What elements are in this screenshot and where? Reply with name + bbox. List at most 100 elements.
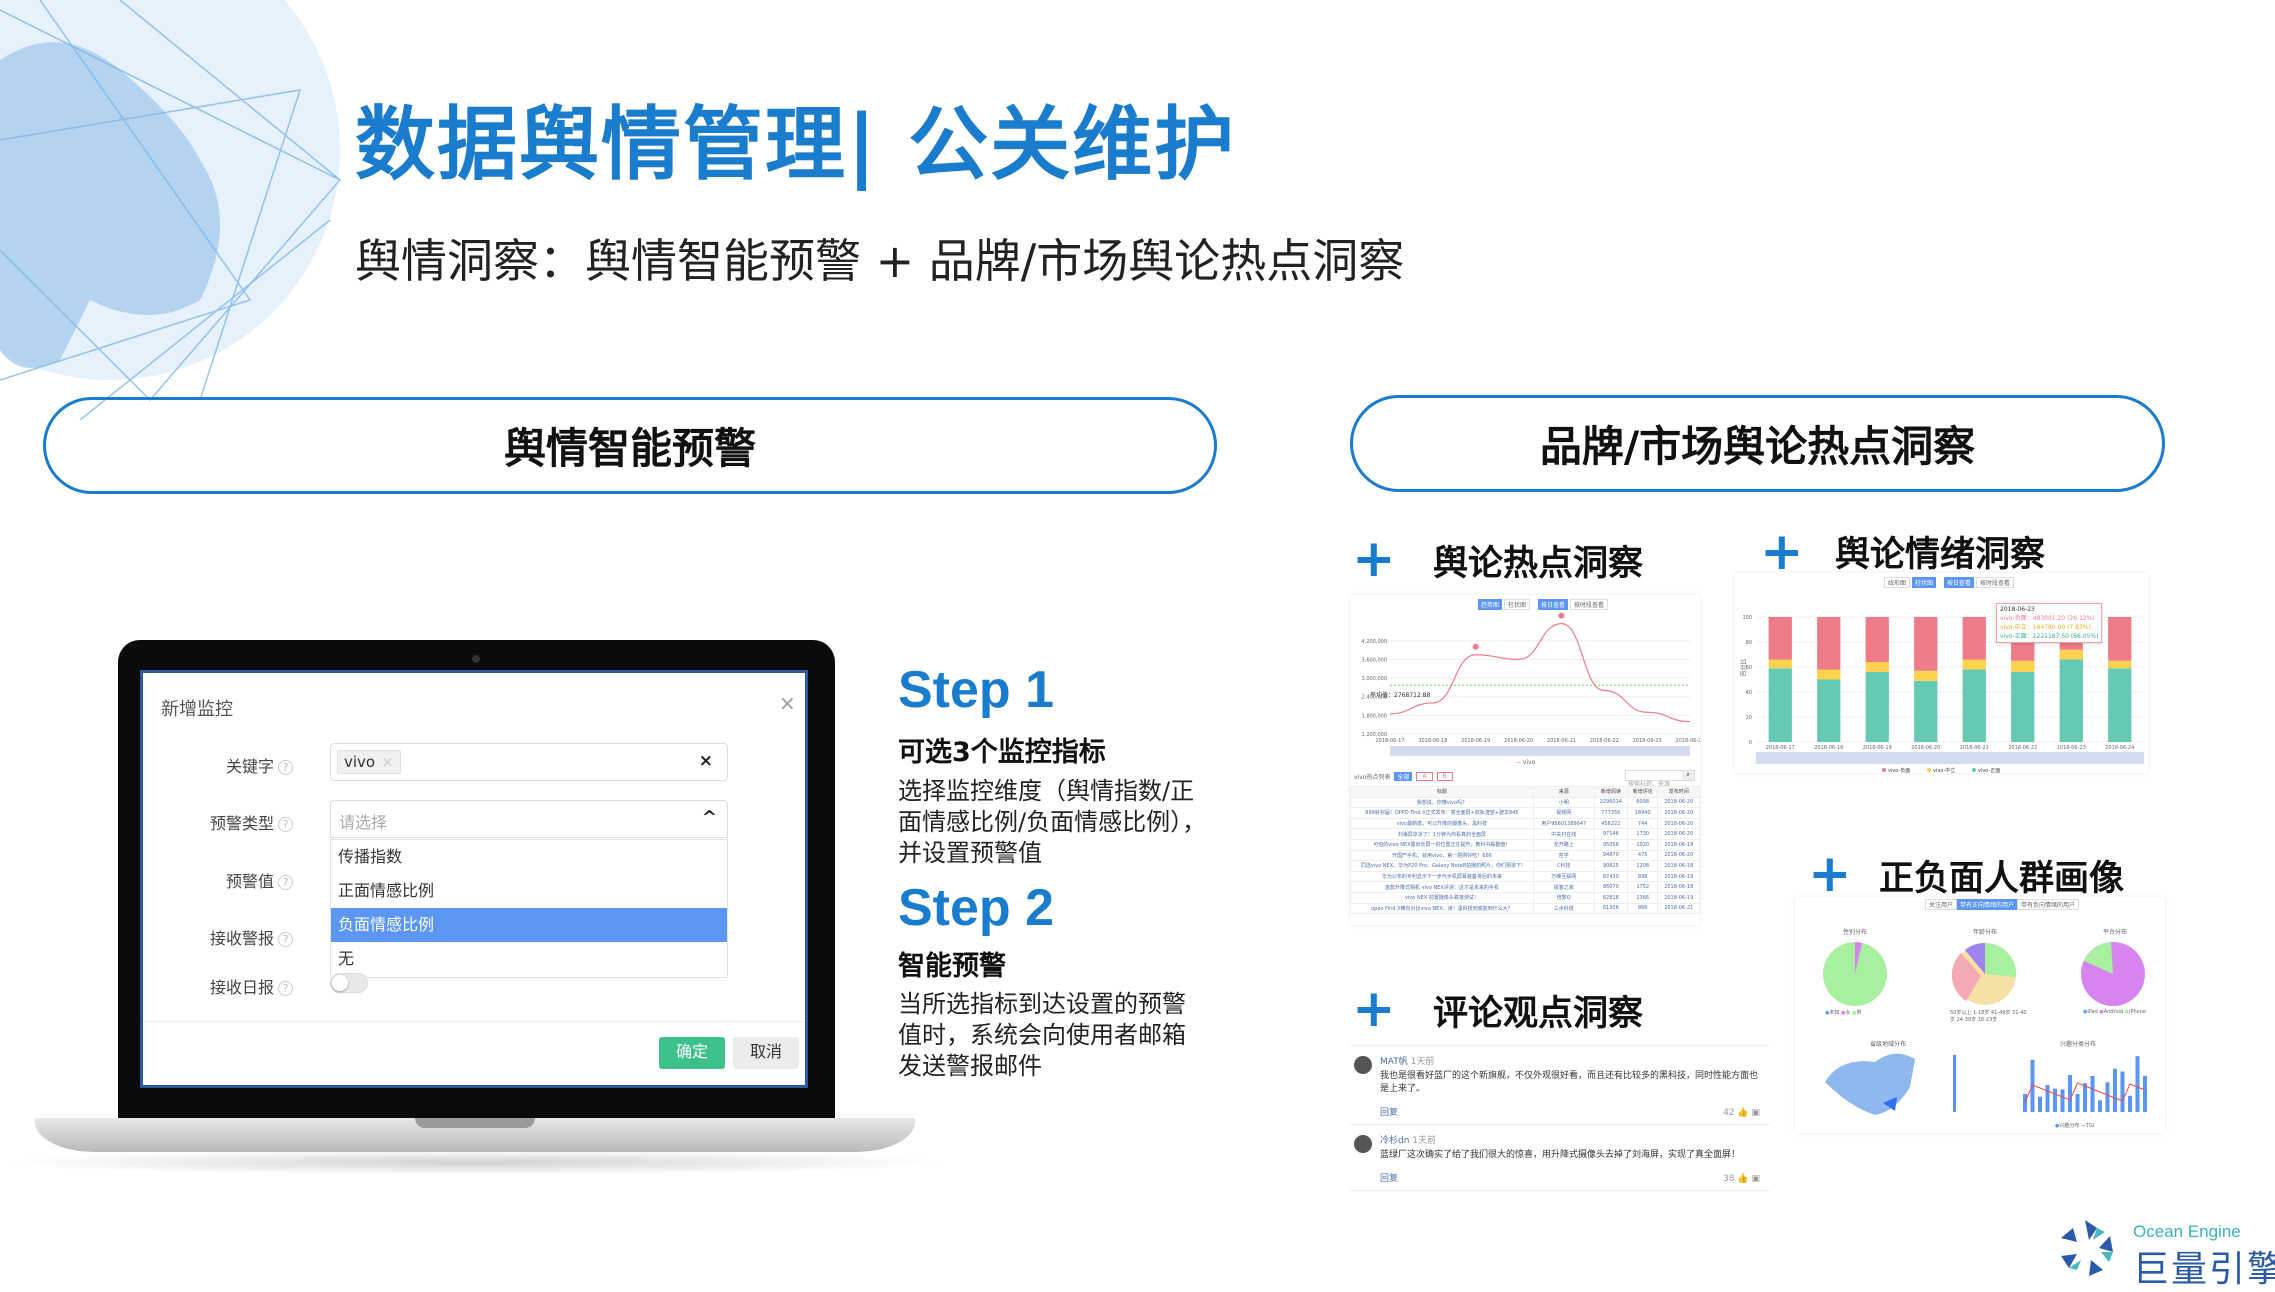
- filter-all[interactable]: 全部: [1394, 772, 1413, 781]
- option-positive-ratio[interactable]: 正面情感比例: [331, 874, 727, 908]
- x-tick-label: 2018-06-22: [2008, 745, 2037, 751]
- table-cell: 82818: [1593, 891, 1628, 904]
- bar-vivo-负面: [1817, 617, 1841, 670]
- interest-bar: [2098, 1100, 2102, 1112]
- bar-vivo-正面: [2011, 672, 2035, 742]
- filter-b[interactable]: B: [1436, 772, 1453, 781]
- emotion-insight-title: 舆论情绪洞察: [1835, 535, 2046, 575]
- interest-bar: [2053, 1088, 2057, 1112]
- event-marker: [1472, 643, 1479, 650]
- age-legend: 50岁以上 1-18岁 41-49岁 31-40岁 24-30岁 18-23岁: [1950, 1010, 2027, 1023]
- table-cell: 小明: [1532, 796, 1595, 809]
- step1-label: Step 1: [898, 661, 1055, 719]
- chevron-up-icon[interactable]: ^: [702, 807, 717, 828]
- comments-panel: MAT帆 1天前 我也是很看好蓝厂的这个新旗舰，不仅外观很好看，而且还有比较多的黑…: [1350, 1045, 1770, 1191]
- table-cell: 2018-06-20: [1657, 817, 1700, 830]
- tag-remove-icon[interactable]: ×: [381, 753, 394, 771]
- filter-a[interactable]: A: [1416, 772, 1433, 781]
- comment-user[interactable]: 冷杉dn: [1380, 1136, 1409, 1146]
- table-cell: 倍数Q: [1532, 891, 1595, 904]
- table-row: 999就完届！OPPO Find X正式发布：真全面屏+双轨潜望+骁龙845 视频…: [1350, 807, 1700, 819]
- interest-bar: [2060, 1089, 2065, 1112]
- x-tick-label: 2018-06-21: [1547, 738, 1576, 744]
- search-icon[interactable]: ⌕: [1682, 771, 1694, 780]
- section-pill-alert: 舆情智能预警: [43, 397, 1217, 494]
- option-spread-index[interactable]: 传播指数: [331, 840, 727, 874]
- plus-icon: +: [1808, 844, 1852, 904]
- article-title-link[interactable]: 刘海屏凉凉了！1分钟为你看真的全面屏: [1350, 828, 1534, 840]
- option-none[interactable]: 无: [331, 942, 727, 976]
- x-tick-label: 2018-06-24: [1675, 738, 1700, 744]
- hot-insight-title: 舆论热点洞察: [1433, 544, 1644, 584]
- table-row: 华为公布的专利显示下一步代手机屏幕装备将后的未来 万维互联网 87430 898 201…: [1350, 870, 1700, 883]
- dialog-title: 新增监控: [161, 699, 233, 720]
- article-title-link[interactable]: oppo Find X横向对比vivo NEX，诶！黑科技到底能到什么大？: [1350, 902, 1534, 915]
- article-title-link[interactable]: 999就完届！OPPO Find X正式发布：真全面屏+双轨潜望+骁龙845: [1350, 807, 1534, 819]
- close-icon[interactable]: ×: [779, 691, 796, 715]
- table-cell: 475: [1626, 849, 1659, 862]
- column-header[interactable]: 标题: [1350, 786, 1534, 798]
- option-negative-ratio[interactable]: 负面情感比例: [331, 908, 727, 942]
- help-icon[interactable]: ?: [278, 760, 293, 775]
- article-title-link[interactable]: 华为公布的专利显示下一步代手机屏幕装备将后的未来: [1350, 870, 1534, 883]
- thumbs-up-icon[interactable]: 👍: [1737, 1174, 1748, 1184]
- help-icon[interactable]: ?: [278, 932, 293, 947]
- article-title-link[interactable]: vivo NEX 前置摄像头跌落测试！: [1350, 891, 1534, 904]
- report-icon[interactable]: ▣: [1751, 1174, 1760, 1184]
- bar-vivo-中立: [1914, 670, 1938, 681]
- keyword-input[interactable]: vivo × ×: [330, 743, 728, 781]
- globe-decoration: [0, 0, 342, 420]
- alert-type-dropdown: 传播指数 正面情感比例 负面情感比例 无: [330, 839, 728, 978]
- daily-report-toggle[interactable]: [330, 973, 368, 993]
- legend-marker: [1882, 768, 1886, 772]
- article-title-link[interactable]: 首款升降式相机 vivo NEX评测：这才是未来的手机: [1350, 881, 1534, 893]
- table-cell: 90825: [1593, 860, 1628, 872]
- bar-vivo-正面: [1962, 669, 1986, 742]
- step1-heading: 可选3个监控指标: [898, 737, 1106, 768]
- reply-link[interactable]: 回复: [1380, 1171, 1398, 1184]
- help-icon[interactable]: ?: [278, 875, 293, 890]
- legend-label: vivo-中立: [1933, 767, 1955, 773]
- column-header[interactable]: 发布时间: [1657, 786, 1700, 798]
- y-tick-label: 0: [1749, 740, 1752, 746]
- clear-icon[interactable]: ×: [699, 751, 713, 771]
- table-cell: 87430: [1593, 870, 1628, 883]
- select-placeholder: 请选择: [339, 813, 388, 832]
- help-icon[interactable]: ?: [278, 981, 293, 996]
- table-cell: 花开路上: [1532, 838, 1595, 851]
- article-title-link[interactable]: 同选vivo NEX、华为P20 Pro、Galaxy Note8拍摄的照片，你…: [1350, 860, 1534, 872]
- camera-icon: [472, 655, 480, 663]
- alert-type-select[interactable]: 请选择 ^: [330, 800, 728, 838]
- comment-user[interactable]: MAT帆: [1380, 1057, 1408, 1067]
- bar-vivo-中立: [2108, 660, 2132, 669]
- label-text: 预警类型: [209, 814, 274, 833]
- thumbs-up-icon[interactable]: 👍: [1737, 1108, 1748, 1118]
- column-header[interactable]: 来源: [1532, 786, 1595, 798]
- column-header[interactable]: 新增评论: [1626, 786, 1659, 798]
- article-title-link[interactable]: 可怕的vivo NEX露出长屏一的位置正在提升，教科书般翻盘！: [1350, 838, 1534, 851]
- keyword-tag: vivo ×: [337, 750, 401, 774]
- table-cell: 哲学: [1532, 849, 1595, 862]
- table-cell: 用户95601389647: [1532, 817, 1595, 830]
- comment-item: MAT帆 1天前 我也是很看好蓝厂的这个新旗舰，不仅外观很好看，而且还有比较多的黑…: [1350, 1046, 1770, 1125]
- table-cell: 777356: [1593, 807, 1628, 819]
- reply-link[interactable]: 回复: [1380, 1105, 1398, 1118]
- cancel-button[interactable]: 取消: [733, 1037, 799, 1069]
- article-title-link[interactable]: 我想说，你懂vivo吗？: [1350, 796, 1534, 809]
- laptop-shadow: [0, 1150, 950, 1175]
- bar-vivo-正面: [2059, 659, 2083, 742]
- hot-search-input[interactable]: 搜索标题、来源 ⌕: [1625, 770, 1695, 788]
- bar-vivo-正面: [1817, 679, 1841, 742]
- plus-icon: +: [1760, 522, 1804, 582]
- tooltip-neutral: vivo-中立：144780.00 (7.83%): [2000, 624, 2091, 631]
- confirm-button[interactable]: 确定: [659, 1037, 725, 1069]
- article-title-link[interactable]: 开国产手机，就用vivo，第一把刚好吃！666: [1350, 849, 1534, 862]
- help-icon[interactable]: ?: [278, 817, 293, 832]
- table-cell: 456222: [1593, 817, 1628, 830]
- interest-bar: [2090, 1076, 2095, 1112]
- report-icon[interactable]: ▣: [1751, 1108, 1760, 1118]
- receive-alert-label: 接收警报?: [143, 925, 293, 949]
- column-header[interactable]: 新增阅读: [1593, 786, 1628, 798]
- emotion-insight-panel: 线形图 柱状图 按日查看 按时段查看 百分比 0 20 40 60 80 100 2018-…: [1734, 573, 2148, 773]
- article-title-link[interactable]: vivo最新款，可以升降的摄像头，黑科技: [1350, 817, 1534, 830]
